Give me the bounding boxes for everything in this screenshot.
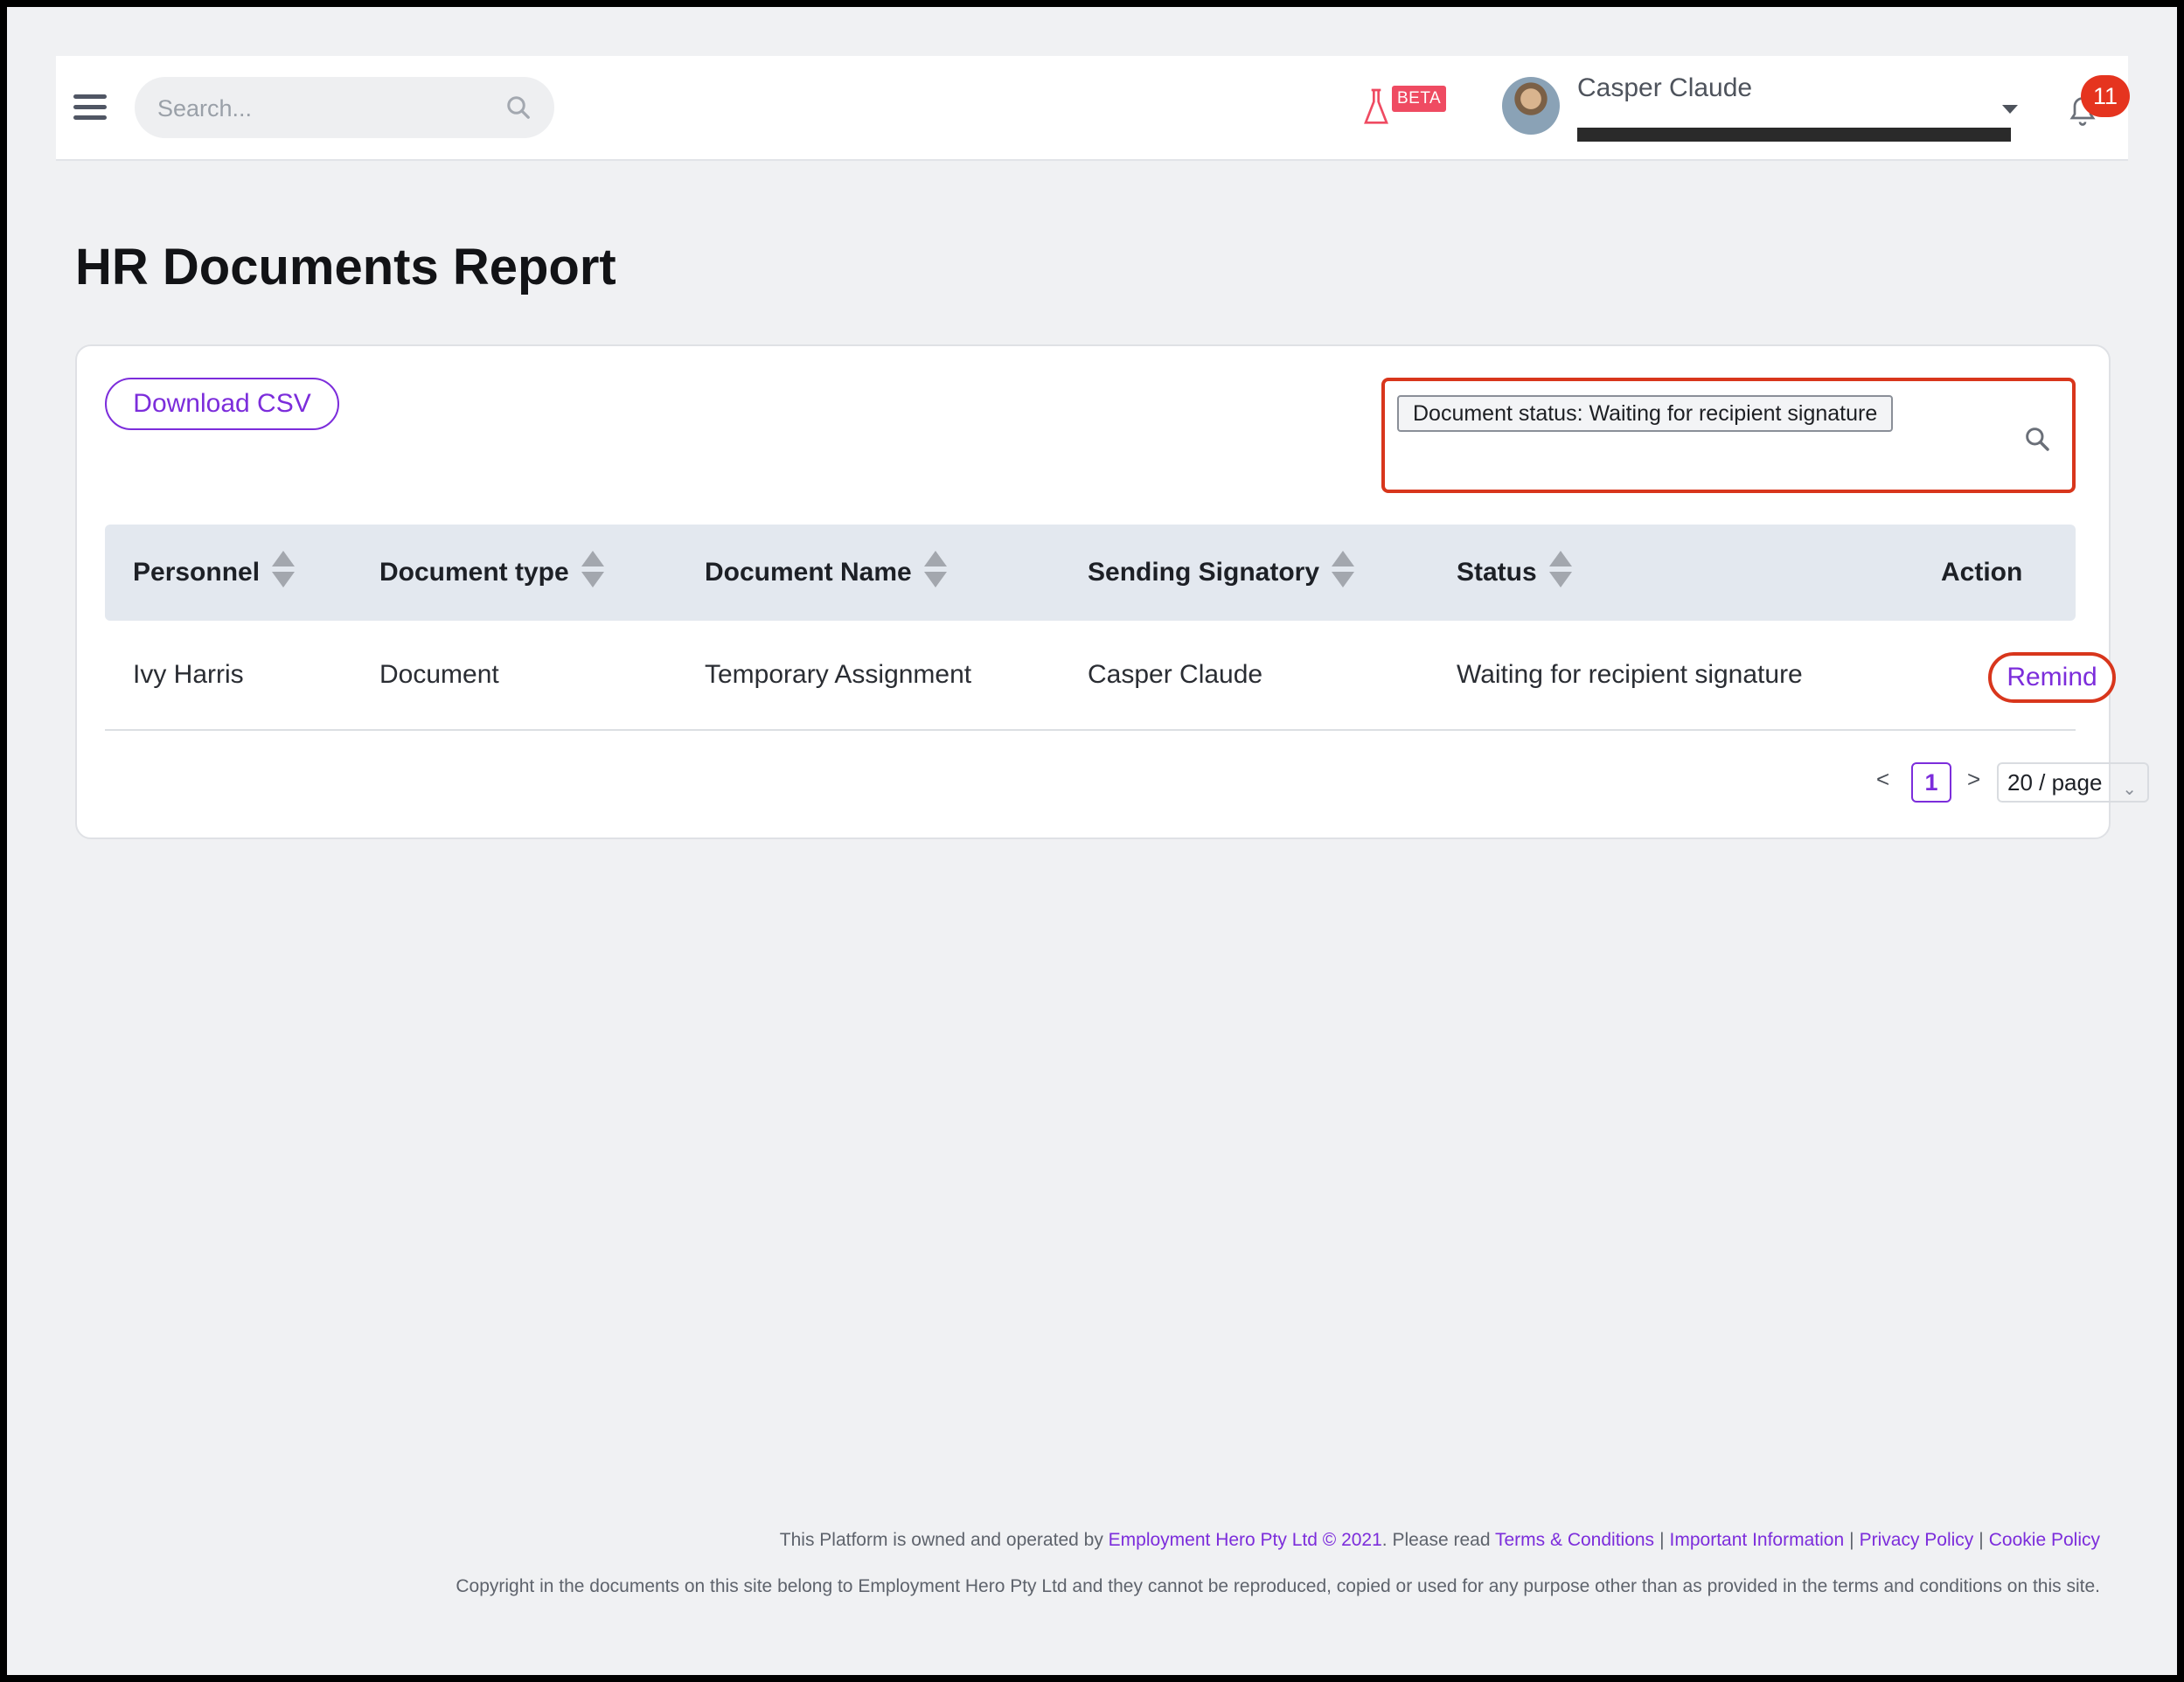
terms-link[interactable]: Terms & Conditions bbox=[1495, 1530, 1654, 1550]
pagination-prev[interactable]: < bbox=[1876, 766, 1889, 793]
privacy-policy-link[interactable]: Privacy Policy bbox=[1860, 1530, 1974, 1550]
pagination-page[interactable]: 1 bbox=[1911, 762, 1951, 803]
column-label: Document Name bbox=[705, 558, 912, 587]
table-header: Personnel Document type Document Name Se… bbox=[105, 525, 2076, 621]
chevron-down-icon[interactable] bbox=[2002, 105, 2018, 114]
column-header-document-type[interactable]: Document type bbox=[379, 525, 604, 621]
cell-personnel: Ivy Harris bbox=[133, 660, 244, 689]
page-size-select[interactable]: 20 / page ⌄ bbox=[1997, 762, 2149, 803]
remind-button[interactable]: Remind bbox=[1988, 652, 2116, 703]
sort-icon[interactable] bbox=[1332, 551, 1355, 591]
divider: | bbox=[1979, 1530, 1984, 1550]
search-input[interactable] bbox=[156, 77, 491, 140]
company-link[interactable]: Employment Hero Pty Ltd © 2021 bbox=[1109, 1530, 1382, 1550]
footer-copyright: Copyright in the documents on this site … bbox=[456, 1576, 2100, 1596]
flask-icon bbox=[1364, 88, 1388, 124]
cookie-policy-link[interactable]: Cookie Policy bbox=[1989, 1530, 2100, 1550]
footer-text: This Platform is owned and operated by bbox=[779, 1530, 1109, 1550]
search-icon[interactable] bbox=[505, 94, 532, 121]
page-size-value: 20 / page bbox=[2007, 769, 2103, 796]
report-card: Download CSV Document status: Waiting fo… bbox=[75, 344, 2149, 839]
global-search[interactable] bbox=[135, 77, 554, 140]
column-label: Status bbox=[1457, 558, 1537, 587]
cell-sending-signatory: Casper Claude bbox=[1088, 660, 1263, 689]
avatar[interactable] bbox=[1502, 77, 1560, 135]
column-header-document-name[interactable]: Document Name bbox=[705, 525, 947, 621]
column-label: Personnel bbox=[133, 558, 261, 587]
filter-input[interactable]: Document status: Waiting for recipient s… bbox=[1381, 378, 2076, 493]
cell-document-name: Temporary Assignment bbox=[705, 660, 972, 689]
notification-badge[interactable]: 11 bbox=[2081, 75, 2130, 117]
search-icon[interactable] bbox=[2023, 425, 2051, 453]
top-header: BETA Casper Claude 11 bbox=[56, 56, 2130, 161]
column-header-status[interactable]: Status bbox=[1457, 525, 1572, 621]
column-header-personnel[interactable]: Personnel bbox=[133, 525, 296, 621]
user-name[interactable]: Casper Claude bbox=[1577, 73, 1752, 103]
sort-icon[interactable] bbox=[1548, 551, 1572, 591]
menu-icon[interactable] bbox=[73, 94, 107, 121]
page-title: HR Documents Report bbox=[75, 239, 616, 295]
column-label: Document type bbox=[379, 558, 569, 587]
redacted-email bbox=[1577, 128, 2011, 142]
pagination-next[interactable]: > bbox=[1967, 766, 1980, 793]
column-label: Sending Signatory bbox=[1088, 558, 1320, 587]
download-csv-button[interactable]: Download CSV bbox=[105, 378, 339, 430]
footer-text: . Please read bbox=[1381, 1530, 1495, 1550]
important-information-link[interactable]: Important Information bbox=[1670, 1530, 1845, 1550]
divider: | bbox=[1849, 1530, 1854, 1550]
cell-status: Waiting for recipient signature bbox=[1457, 660, 1803, 689]
beta-features-button[interactable]: BETA bbox=[1362, 82, 1458, 135]
sort-icon[interactable] bbox=[272, 551, 296, 591]
column-header-sending-signatory[interactable]: Sending Signatory bbox=[1088, 525, 1355, 621]
footer-legal: This Platform is owned and operated by E… bbox=[780, 1530, 2100, 1551]
cell-document-type: Document bbox=[379, 660, 499, 689]
chevron-down-icon: ⌄ bbox=[2122, 780, 2137, 799]
column-header-action: Action bbox=[1941, 558, 2023, 587]
divider: | bbox=[1659, 1530, 1665, 1550]
filter-chip[interactable]: Document status: Waiting for recipient s… bbox=[1397, 395, 1894, 432]
table-row: Ivy Harris Document Temporary Assignment… bbox=[105, 621, 2116, 731]
sort-icon[interactable] bbox=[581, 551, 604, 591]
beta-tag: BETA bbox=[1392, 86, 1447, 112]
sort-icon[interactable] bbox=[923, 551, 947, 591]
app-window: BETA Casper Claude 11 HR Documents Repor… bbox=[7, 7, 2177, 1675]
